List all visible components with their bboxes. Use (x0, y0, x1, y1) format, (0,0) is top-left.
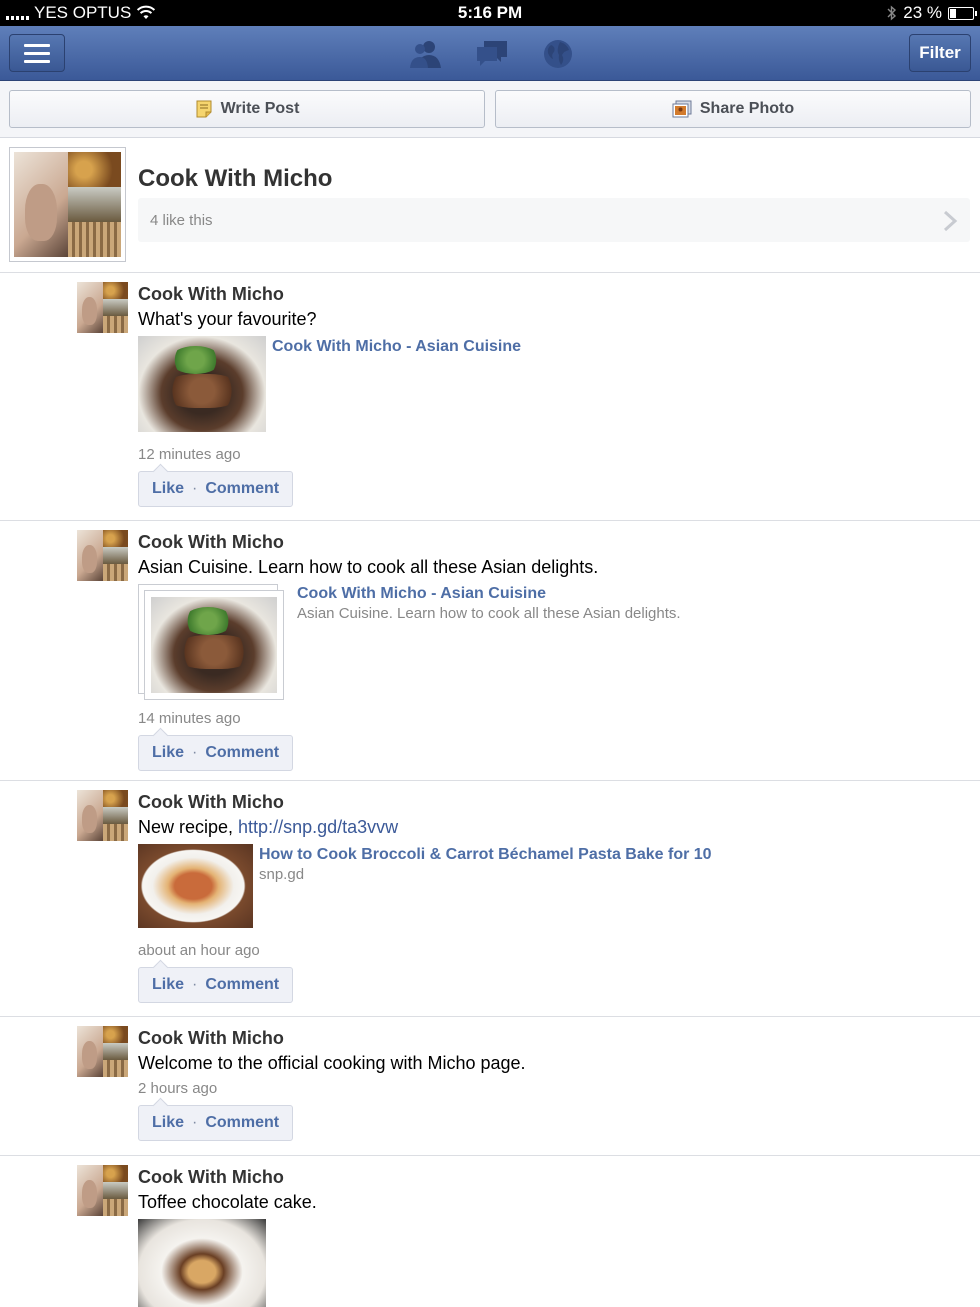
post-message: New recipe, http://snp.gd/ta3vvw (138, 817, 399, 837)
post-timestamp[interactable]: about an hour ago (138, 942, 980, 959)
comment-button[interactable]: Comment (205, 480, 279, 498)
author-avatar[interactable] (77, 282, 128, 333)
post-timestamp[interactable]: 12 minutes ago (138, 446, 980, 463)
post-timestamp[interactable]: 2 hours ago (138, 1080, 980, 1097)
like-button[interactable]: Like (152, 744, 184, 762)
bluetooth-icon (887, 5, 897, 21)
feed-post: Cook With Micho What's your favourite? C… (0, 273, 980, 521)
feed-post: Cook With Micho New recipe, http://snp.g… (0, 781, 980, 1017)
comment-button[interactable]: Comment (205, 976, 279, 994)
link-attachment[interactable]: Cook With Micho - Asian Cuisine Asian Cu… (138, 584, 980, 700)
status-bar: YES OPTUS 5:16 PM 23 % (0, 0, 980, 26)
hamburger-icon (24, 43, 50, 47)
attachment-title[interactable]: Cook With Micho - Asian Cuisine (272, 338, 521, 356)
messages-icon[interactable] (474, 38, 510, 70)
post-actions: Like · Comment (138, 735, 294, 771)
feed-post: Cook With Micho Toffee chocolate cake. (0, 1156, 980, 1307)
likes-count: 4 like this (150, 211, 213, 229)
feed-post: Cook With Micho Asian Cuisine. Learn how… (0, 521, 980, 781)
like-button[interactable]: Like (152, 480, 184, 498)
composer-bar: Write Post Share Photo (0, 81, 980, 138)
attachment-domain: snp.gd (259, 866, 305, 883)
share-photo-label: Share Photo (699, 100, 795, 117)
page-title[interactable]: Cook With Micho (138, 165, 332, 193)
comment-button[interactable]: Comment (205, 1114, 279, 1132)
photo-icon (672, 100, 692, 118)
photo-attachment[interactable] (138, 1219, 980, 1307)
author-avatar[interactable] (77, 1165, 128, 1216)
post-message: Toffee chocolate cake. (138, 1192, 317, 1212)
page-header: Cook With Micho 4 like this (0, 138, 980, 273)
write-post-label: Write Post (220, 100, 300, 117)
link-attachment[interactable]: Cook With Micho - Asian Cuisine (138, 336, 980, 432)
post-author[interactable]: Cook With Micho (138, 1027, 980, 1049)
post-timestamp[interactable]: 14 minutes ago (138, 710, 980, 727)
comment-button[interactable]: Comment (205, 744, 279, 762)
battery-percent: 23 % (903, 3, 942, 22)
clock: 5:16 PM (457, 3, 523, 22)
post-author[interactable]: Cook With Micho (138, 1166, 980, 1188)
post-message: What's your favourite? (138, 309, 317, 329)
post-message: Asian Cuisine. Learn how to cook all the… (138, 557, 599, 577)
post-actions: Like · Comment (138, 471, 294, 507)
like-button[interactable]: Like (152, 976, 184, 994)
filter-button[interactable]: Filter (909, 34, 971, 72)
attachment-thumbnail[interactable] (138, 844, 253, 928)
attachment-title[interactable]: How to Cook Broccoli & Carrot Béchamel P… (259, 846, 712, 864)
page-profile-picture[interactable] (9, 147, 126, 262)
feed-post: Cook With Micho Welcome to the official … (0, 1017, 980, 1156)
news-feed: Cook With Micho What's your favourite? C… (0, 273, 980, 1307)
post-link[interactable]: http://snp.gd/ta3vvw (238, 817, 398, 837)
menu-button[interactable] (9, 34, 65, 72)
share-photo-button[interactable]: Share Photo (495, 90, 971, 128)
attachment-thumbnail[interactable] (138, 336, 266, 432)
attachment-thumbnail[interactable] (138, 1219, 266, 1307)
note-icon (196, 100, 212, 118)
post-author[interactable]: Cook With Micho (138, 283, 980, 305)
attachment-description: Asian Cuisine. Learn how to cook all the… (297, 605, 681, 622)
post-author[interactable]: Cook With Micho (138, 531, 980, 553)
navigation-bar: Filter (0, 26, 980, 81)
post-message: Welcome to the official cooking with Mic… (138, 1053, 526, 1073)
chevron-right-icon (943, 210, 958, 232)
likes-summary[interactable]: 4 like this (138, 198, 970, 242)
author-avatar[interactable] (77, 790, 128, 841)
link-attachment[interactable]: How to Cook Broccoli & Carrot Béchamel P… (138, 844, 980, 928)
post-author[interactable]: Cook With Micho (138, 791, 980, 813)
like-button[interactable]: Like (152, 1114, 184, 1132)
post-actions: Like · Comment (138, 1105, 294, 1141)
write-post-button[interactable]: Write Post (9, 90, 485, 128)
friends-icon[interactable] (408, 38, 444, 70)
battery-icon (948, 6, 977, 20)
attachment-thumbnail[interactable] (138, 584, 284, 700)
author-avatar[interactable] (77, 1026, 128, 1077)
attachment-title[interactable]: Cook With Micho - Asian Cuisine (297, 585, 681, 603)
author-avatar[interactable] (77, 530, 128, 581)
notifications-globe-icon[interactable] (540, 38, 576, 70)
post-actions: Like · Comment (138, 967, 294, 1003)
